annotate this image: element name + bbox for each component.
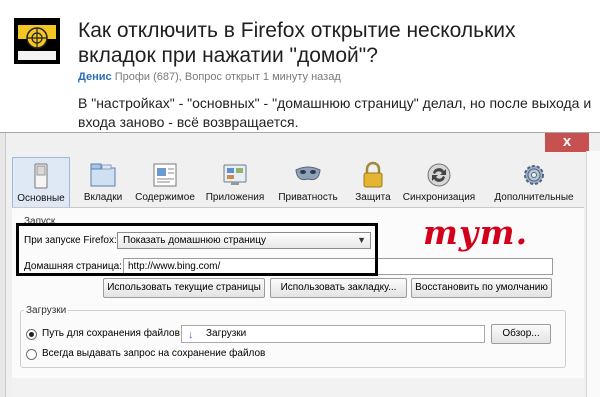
- tab-advanced-label: Дополнительные: [494, 192, 574, 203]
- question-title: Как отключить в Firefox открытие несколь…: [78, 19, 516, 67]
- options-toolbar: Основные Вкладки Содержимое Приложения П…: [12, 157, 584, 207]
- user-avatar[interactable]: [14, 18, 60, 64]
- author-link[interactable]: Денис: [78, 71, 112, 83]
- use-current-pages-button[interactable]: Использовать текущие страницы: [103, 278, 265, 298]
- applications-icon: [223, 164, 247, 185]
- tab-sync[interactable]: Синхронизация: [401, 157, 477, 207]
- restore-default-button[interactable]: Восстановить по умолчанию: [411, 278, 552, 298]
- gear-icon: [524, 165, 544, 185]
- tab-general-label: Основные: [17, 193, 65, 204]
- switch-icon: [34, 163, 48, 189]
- tab-sync-label: Синхронизация: [402, 192, 476, 203]
- panel-bottom: [12, 378, 584, 397]
- sync-icon: [427, 163, 451, 187]
- window-right-edge: [586, 151, 600, 397]
- padlock-icon: [363, 161, 383, 188]
- content-icon: [153, 163, 177, 187]
- tab-content-label: Содержимое: [135, 192, 195, 203]
- close-button[interactable]: x: [545, 133, 589, 152]
- browse-button[interactable]: Обзор...: [491, 324, 551, 344]
- save-path-label: Путь для сохранения файлов: [42, 328, 180, 339]
- download-arrow-icon: ↓: [188, 329, 194, 341]
- question-meta: Денис Профи (687), Вопрос открыт 1 минут…: [78, 71, 341, 83]
- save-path-radio[interactable]: [26, 329, 37, 340]
- tab-privacy[interactable]: Приватность: [273, 157, 343, 207]
- tab-advanced[interactable]: Дополнительные: [490, 157, 578, 207]
- tab-applications-label: Приложения: [205, 192, 265, 203]
- always-ask-label: Всегда выдавать запрос на сохранение фай…: [42, 348, 266, 359]
- tabs-icon: [90, 163, 116, 187]
- annotation-text: тут.: [423, 213, 529, 252]
- window-left-edge: [0, 133, 6, 397]
- highlight-box: [16, 223, 378, 276]
- question-body: В "настройках" - "основных" - "домашнюю …: [78, 95, 592, 130]
- question-meta-text: Профи (687), Вопрос открыт 1 минуту наза…: [114, 71, 341, 83]
- use-bookmark-button[interactable]: Использовать закладку...: [270, 278, 407, 298]
- downloads-group-title: Загрузки: [24, 305, 69, 316]
- save-path-field[interactable]: ↓ Загрузки: [181, 325, 485, 343]
- tab-tabs[interactable]: Вкладки: [75, 157, 131, 207]
- tab-applications[interactable]: Приложения: [202, 157, 268, 207]
- tab-general[interactable]: Основные: [12, 157, 70, 207]
- tab-privacy-label: Приватность: [278, 192, 338, 203]
- save-path-value: Загрузки: [206, 328, 247, 339]
- always-ask-radio[interactable]: [26, 349, 37, 360]
- tab-security-label: Защита: [355, 192, 391, 203]
- tab-security[interactable]: Защита: [349, 157, 397, 207]
- tab-content[interactable]: Содержимое: [134, 157, 196, 207]
- tab-tabs-label: Вкладки: [83, 192, 123, 203]
- privacy-mask-icon: [295, 166, 321, 181]
